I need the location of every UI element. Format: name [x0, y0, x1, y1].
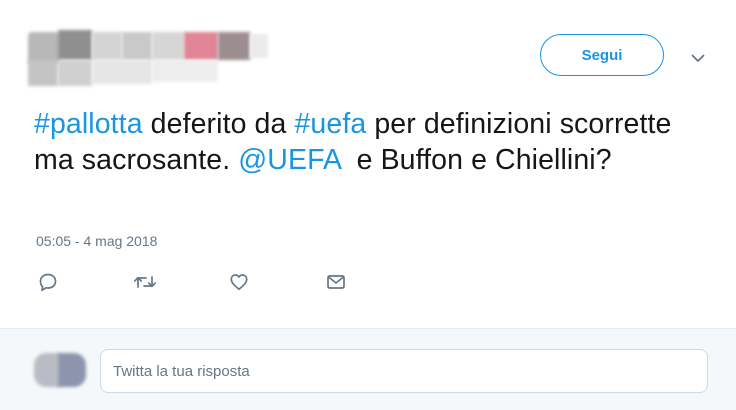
reply-input[interactable]: Twitta la tua risposta — [100, 349, 708, 393]
reply-icon[interactable] — [34, 268, 62, 296]
tweet-actions — [0, 268, 736, 298]
tweet-card: Segui #pallotta deferito da #uefa per de… — [0, 0, 736, 328]
user-avatar-blurred — [34, 353, 88, 387]
hashtag-link[interactable]: #pallotta — [34, 108, 143, 140]
mention-link[interactable]: @UEFA — [238, 144, 340, 176]
hashtag-link[interactable]: #uefa — [294, 108, 366, 140]
author-avatar-blurred[interactable] — [28, 30, 268, 88]
heart-icon[interactable] — [225, 268, 253, 296]
follow-button[interactable]: Segui — [540, 34, 664, 76]
tweet-timestamp[interactable]: 05:05 - 4 mag 2018 — [36, 233, 157, 249]
follow-button-label: Segui — [581, 46, 623, 64]
reply-section: Twitta la tua risposta — [0, 328, 736, 410]
tweet-text-segment: deferito da — [142, 108, 295, 140]
tweet-text: #pallotta deferito da #uefa per definizi… — [34, 106, 714, 178]
tweet-text-segment: e Buffon e Chiellini? — [340, 144, 612, 176]
retweet-icon[interactable] — [131, 268, 159, 296]
reply-input-placeholder: Twitta la tua risposta — [113, 362, 250, 380]
envelope-icon[interactable] — [322, 268, 350, 296]
chevron-down-icon[interactable] — [688, 48, 708, 68]
